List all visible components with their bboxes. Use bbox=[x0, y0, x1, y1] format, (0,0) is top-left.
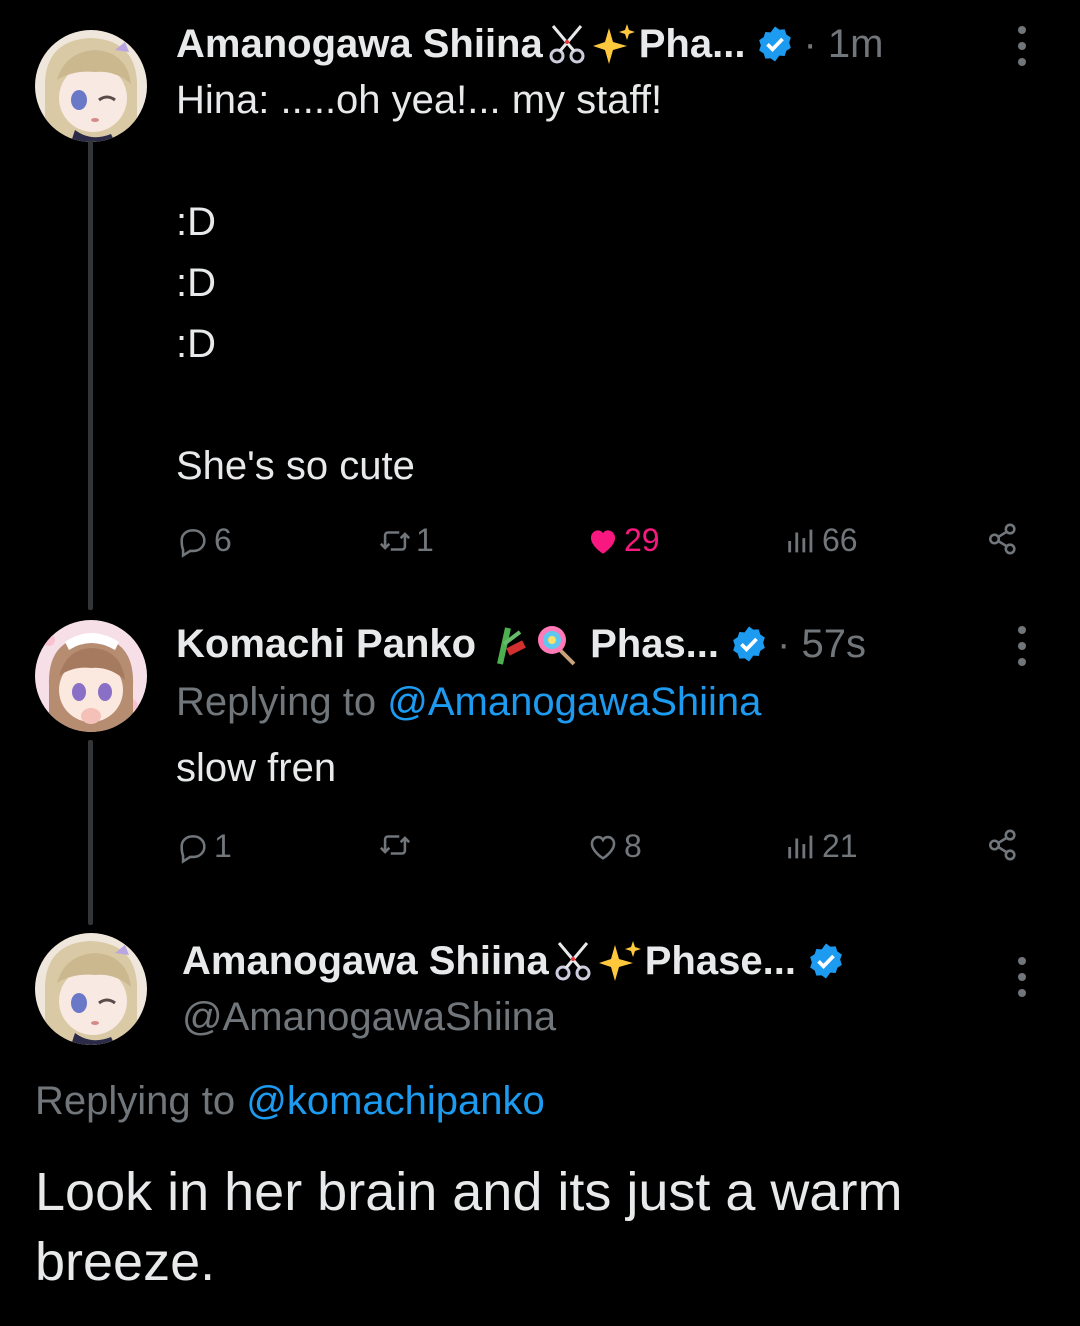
avatar-amanogawa-shiina[interactable] bbox=[35, 30, 147, 142]
like-button[interactable]: 29 bbox=[586, 522, 660, 559]
share-icon bbox=[988, 829, 1016, 861]
scissors-icon bbox=[545, 22, 589, 66]
replying-prefix: Replying to bbox=[35, 1079, 236, 1123]
sparkles-icon bbox=[592, 22, 637, 66]
mention-link[interactable]: @komachipanko bbox=[246, 1079, 545, 1123]
thread-line bbox=[88, 140, 93, 610]
view-count: 66 bbox=[822, 522, 858, 558]
view-count: 21 bbox=[822, 828, 858, 864]
sparkles-icon bbox=[598, 939, 643, 983]
like-count: 29 bbox=[624, 522, 660, 558]
views-button[interactable]: 66 bbox=[784, 522, 858, 559]
more-icon[interactable] bbox=[1012, 26, 1032, 66]
retweet-icon bbox=[379, 835, 411, 855]
bamboo-icon bbox=[486, 622, 530, 666]
avatar-komachi-panko[interactable] bbox=[35, 620, 147, 732]
main-tweet: Amanogawa Shiina Phase... @AmanogawaShii… bbox=[0, 925, 1080, 1326]
handle[interactable]: @AmanogawaShiina bbox=[182, 993, 556, 1041]
tweet-text: slow fren bbox=[176, 746, 337, 790]
avatar-amanogawa-shiina[interactable] bbox=[35, 933, 147, 1045]
retweet-button[interactable] bbox=[378, 828, 416, 862]
display-name-suffix[interactable]: Phase... bbox=[645, 937, 796, 985]
tweet-header: Amanogawa Shiina Phase... bbox=[182, 937, 846, 985]
views-icon bbox=[788, 529, 813, 552]
reply-icon bbox=[180, 834, 206, 864]
reply-button[interactable]: 6 bbox=[176, 522, 232, 559]
retweet-button[interactable]: 1 bbox=[378, 522, 434, 559]
action-bar: 6 1 29 66 bbox=[176, 522, 1036, 566]
reply-icon bbox=[180, 528, 206, 558]
action-bar: 1 8 21 bbox=[176, 828, 1036, 872]
display-name-suffix[interactable]: Phas... bbox=[590, 620, 719, 668]
share-button[interactable] bbox=[986, 522, 1024, 556]
views-icon bbox=[788, 835, 813, 858]
verified-badge-icon bbox=[729, 624, 769, 664]
timestamp[interactable]: · 57s bbox=[777, 620, 866, 668]
replying-prefix: Replying to bbox=[176, 680, 377, 724]
verified-badge-icon bbox=[755, 24, 795, 64]
verified-badge-icon bbox=[806, 941, 846, 981]
display-name[interactable]: Amanogawa Shiina bbox=[176, 20, 543, 68]
tweet-text: Hina: .....oh yea!... my staff! :D :D :D… bbox=[176, 78, 663, 488]
share-icon bbox=[988, 523, 1016, 555]
lollipop-icon bbox=[534, 622, 578, 666]
like-button[interactable]: 8 bbox=[586, 828, 642, 865]
reply-count: 1 bbox=[214, 828, 232, 864]
timestamp[interactable]: · 1m bbox=[803, 20, 883, 68]
retweet-icon bbox=[379, 530, 411, 551]
display-name-suffix[interactable]: Pha... bbox=[639, 20, 746, 68]
tweet-header: Komachi Panko Phas... · 57s bbox=[176, 620, 866, 668]
replying-to: Replying to @AmanogawaShiina bbox=[176, 678, 761, 726]
thread-line bbox=[88, 740, 93, 925]
retweet-count: 1 bbox=[416, 522, 434, 558]
reply-count: 6 bbox=[214, 522, 232, 558]
replying-to: Replying to @komachipanko bbox=[35, 1077, 545, 1125]
like-icon bbox=[590, 529, 616, 554]
views-button[interactable]: 21 bbox=[784, 828, 858, 865]
tweet-2[interactable]: Komachi Panko Phas... · 57s Replying to … bbox=[0, 610, 1080, 925]
main-tweet-text: Look in her brain and its just a warm br… bbox=[35, 1162, 903, 1292]
mention-link[interactable]: @AmanogawaShiina bbox=[387, 680, 761, 724]
display-name[interactable]: Komachi Panko bbox=[176, 620, 476, 668]
display-name[interactable]: Amanogawa Shiina bbox=[182, 937, 549, 985]
like-icon bbox=[590, 835, 616, 860]
more-icon[interactable] bbox=[1012, 957, 1032, 997]
reply-button[interactable]: 1 bbox=[176, 828, 232, 865]
scissors-icon bbox=[551, 939, 595, 983]
more-icon[interactable] bbox=[1012, 626, 1032, 666]
share-button[interactable] bbox=[986, 828, 1024, 862]
tweet-1[interactable]: Amanogawa Shiina Pha... · 1m Hina: .....… bbox=[0, 0, 1080, 610]
tweet-header: Amanogawa Shiina Pha... · 1m bbox=[176, 20, 883, 68]
like-count: 8 bbox=[624, 828, 642, 864]
